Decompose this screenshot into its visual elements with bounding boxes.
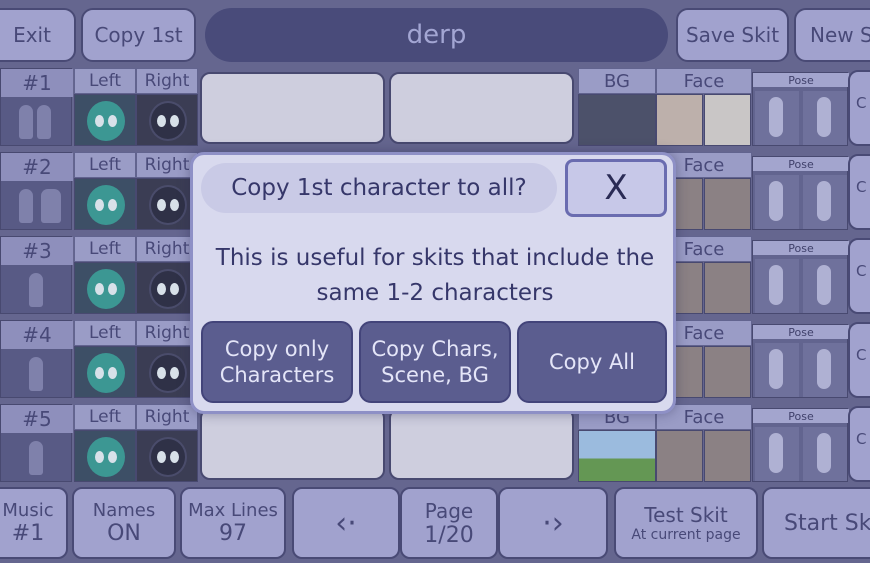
copy-scene-button[interactable]: Copy Chars, Scene, BG <box>359 321 511 403</box>
dialog-title: Copy 1st character to all? <box>201 163 557 213</box>
copy-all-button[interactable]: Copy All <box>517 321 667 403</box>
copy-scene-label: Copy Chars, Scene, BG <box>371 337 499 387</box>
copy-characters-button[interactable]: Copy only Characters <box>201 321 353 403</box>
copy-all-label: Copy All <box>549 350 635 374</box>
copy-dialog: Copy 1st character to all? X This is use… <box>190 152 676 414</box>
close-button[interactable]: X <box>565 159 667 217</box>
dialog-message: This is useful for skits that include th… <box>215 245 655 306</box>
close-icon: X <box>604 168 628 208</box>
copy-characters-label: Copy only Characters <box>219 337 335 387</box>
